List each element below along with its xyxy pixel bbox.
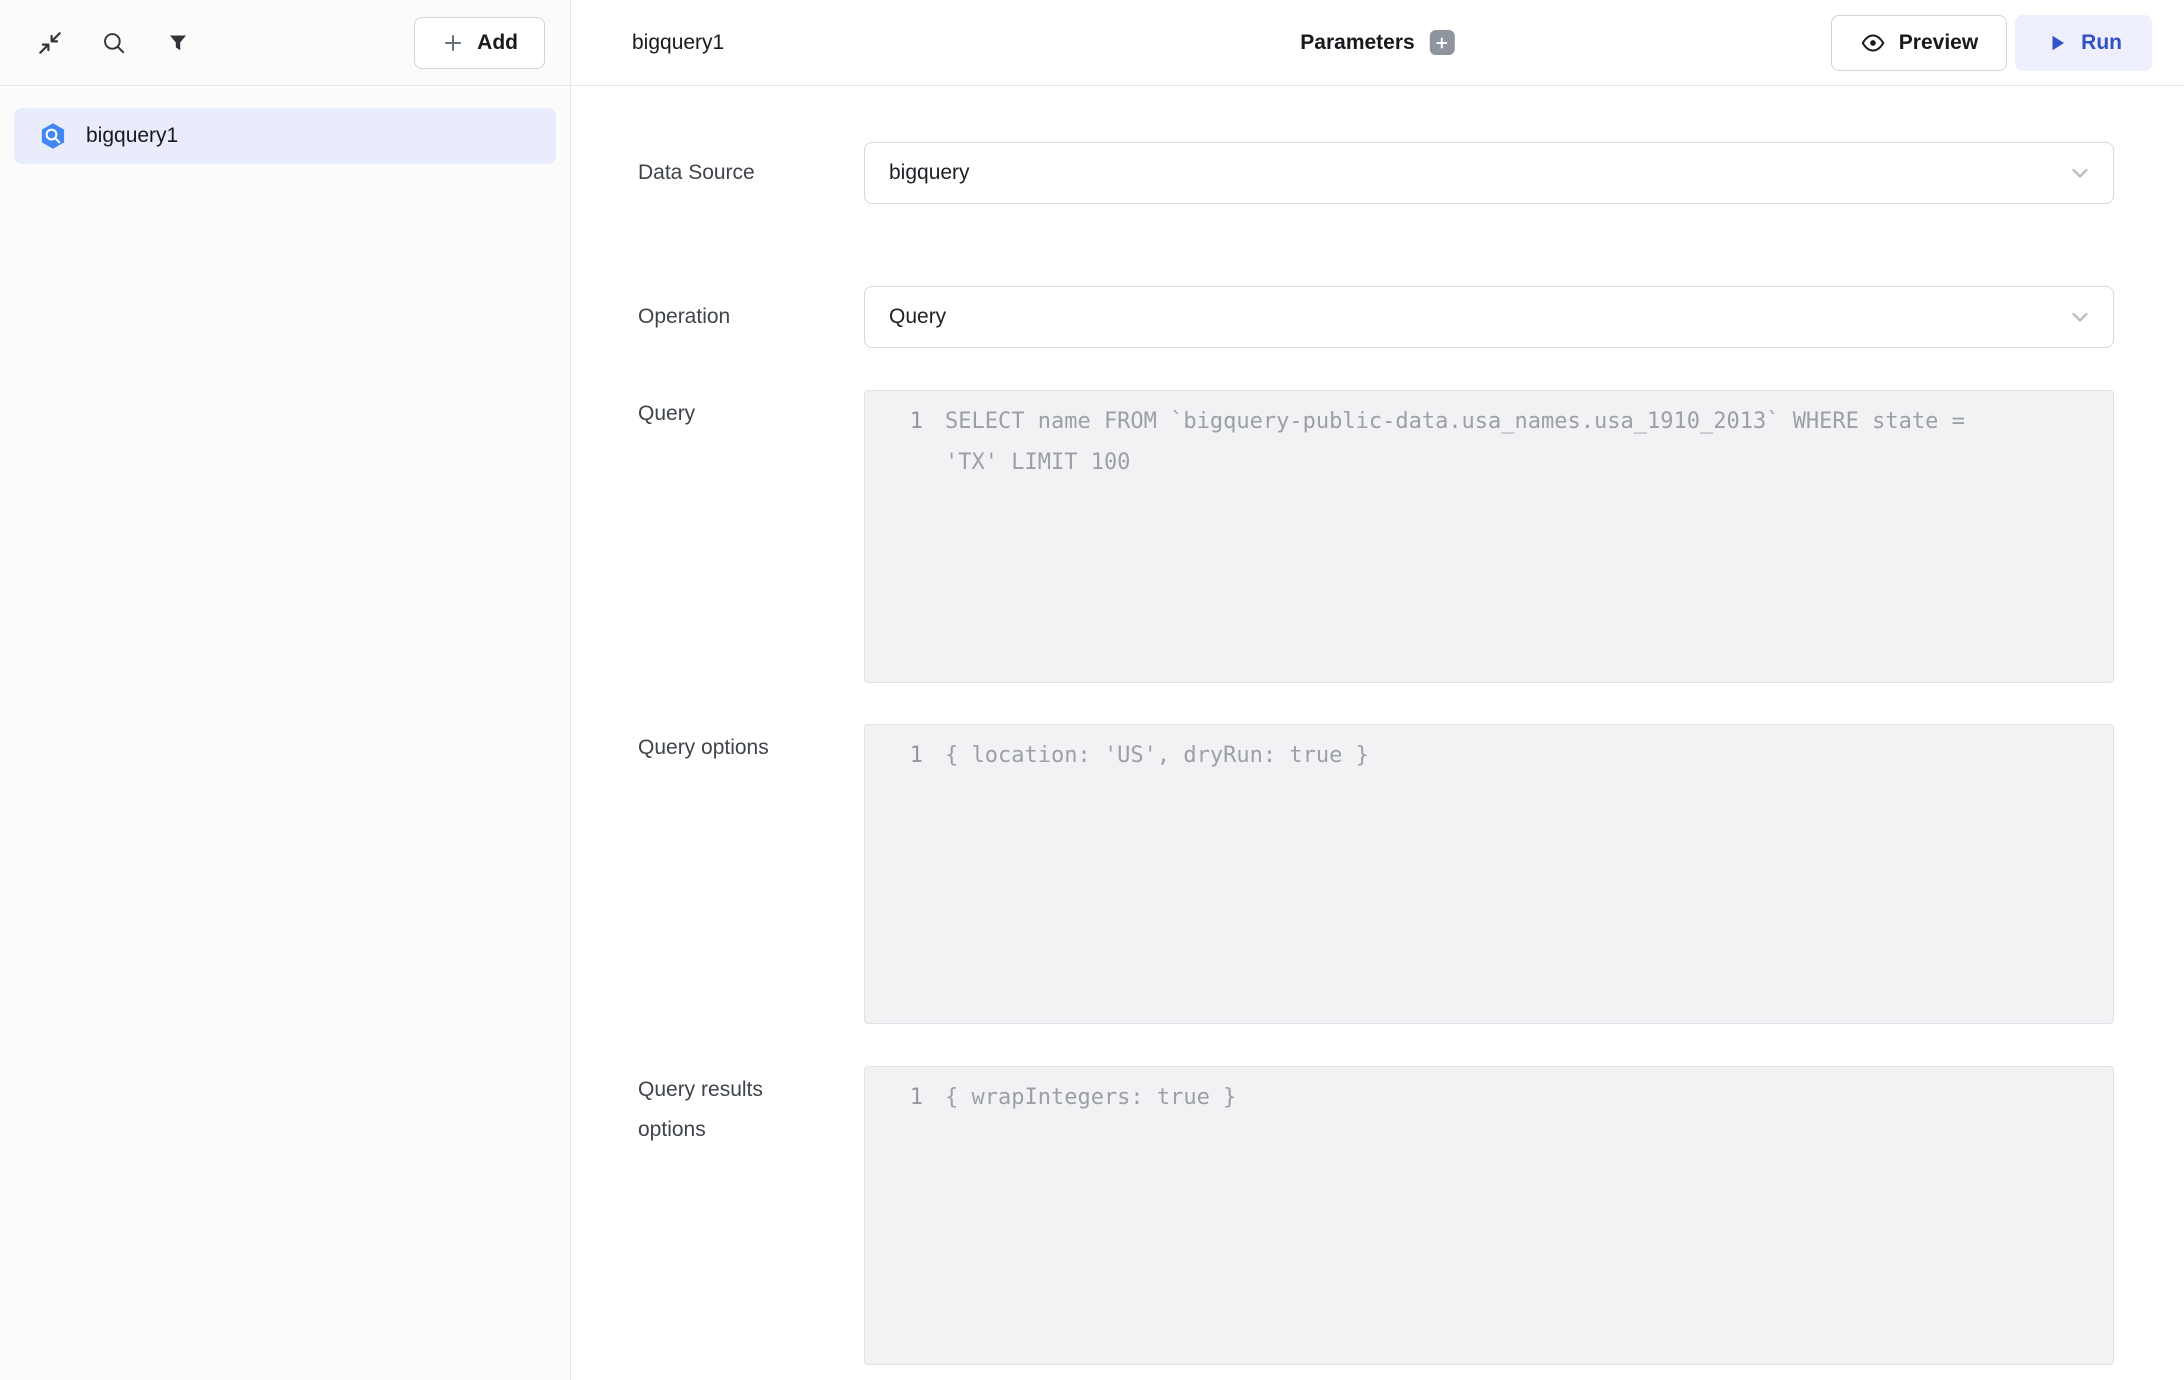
query-editor-placeholder: SELECT name FROM `bigquery-public-data.u… bbox=[945, 401, 2005, 483]
query-item-label: bigquery1 bbox=[86, 124, 178, 148]
query-panel-sidebar: Add bigquery1 bbox=[0, 0, 571, 1380]
preview-button[interactable]: Preview bbox=[1831, 15, 2007, 71]
data-source-value: bigquery bbox=[889, 161, 970, 185]
preview-button-label: Preview bbox=[1899, 31, 1978, 55]
app-root: Add bigquery1 bigquery1 Parameters bbox=[0, 0, 2184, 1380]
query-list: bigquery1 bbox=[0, 86, 570, 186]
query-editor-panel: bigquery1 Parameters Preview bbox=[571, 0, 2184, 1380]
plus-icon bbox=[1434, 35, 1450, 51]
add-button-label: Add bbox=[477, 31, 518, 55]
query-results-options-editor[interactable]: 1 { wrapIntegers: true } bbox=[864, 1066, 2114, 1365]
add-query-button[interactable]: Add bbox=[414, 17, 545, 69]
search-icon bbox=[101, 30, 127, 56]
query-options-label: Query options bbox=[638, 724, 864, 768]
operation-row: Operation Query bbox=[638, 286, 2114, 348]
query-options-placeholder: { location: 'US', dryRun: true } bbox=[945, 735, 1369, 776]
line-number: 1 bbox=[865, 1077, 923, 1118]
data-source-select[interactable]: bigquery bbox=[864, 142, 2114, 204]
query-results-options-row: Query results options 1 { wrapIntegers: … bbox=[638, 1066, 2114, 1365]
query-list-item[interactable]: bigquery1 bbox=[14, 108, 556, 164]
parameters-section: Parameters bbox=[1300, 30, 1454, 55]
plus-icon bbox=[441, 31, 465, 55]
add-parameter-button[interactable] bbox=[1430, 30, 1455, 55]
query-title: bigquery1 bbox=[632, 31, 724, 55]
line-number: 1 bbox=[865, 401, 923, 442]
eye-icon bbox=[1860, 30, 1886, 56]
query-options-row: Query options 1 { location: 'US', dryRun… bbox=[638, 724, 2114, 1024]
operation-value: Query bbox=[889, 305, 946, 329]
query-results-options-label: Query results options bbox=[638, 1066, 864, 1150]
line-number: 1 bbox=[865, 735, 923, 776]
bigquery-icon bbox=[38, 121, 68, 151]
parameters-label: Parameters bbox=[1300, 31, 1414, 55]
collapse-icon bbox=[37, 30, 63, 56]
query-form: Data Source bigquery Operation Query bbox=[571, 86, 2184, 1380]
query-results-options-placeholder: { wrapIntegers: true } bbox=[945, 1077, 1236, 1118]
chevron-down-icon bbox=[2067, 160, 2093, 186]
operation-select[interactable]: Query bbox=[864, 286, 2114, 348]
header-actions: Preview Run bbox=[1831, 15, 2152, 71]
data-source-row: Data Source bigquery bbox=[638, 142, 2114, 204]
filter-button[interactable] bbox=[158, 23, 198, 63]
collapse-panel-button[interactable] bbox=[30, 23, 70, 63]
query-header: bigquery1 Parameters Preview bbox=[571, 0, 2184, 86]
search-button[interactable] bbox=[94, 23, 134, 63]
run-button[interactable]: Run bbox=[2015, 15, 2152, 71]
filter-icon bbox=[166, 31, 190, 55]
query-options-editor[interactable]: 1 { location: 'US', dryRun: true } bbox=[864, 724, 2114, 1024]
play-icon bbox=[2045, 31, 2069, 55]
sidebar-toolbar: Add bbox=[0, 0, 570, 86]
chevron-down-icon bbox=[2067, 304, 2093, 330]
query-code-editor[interactable]: 1 SELECT name FROM `bigquery-public-data… bbox=[864, 390, 2114, 683]
data-source-label: Data Source bbox=[638, 153, 864, 193]
run-button-label: Run bbox=[2081, 31, 2122, 55]
query-label: Query bbox=[638, 390, 864, 434]
query-row: Query 1 SELECT name FROM `bigquery-publi… bbox=[638, 390, 2114, 683]
operation-label: Operation bbox=[638, 297, 864, 337]
